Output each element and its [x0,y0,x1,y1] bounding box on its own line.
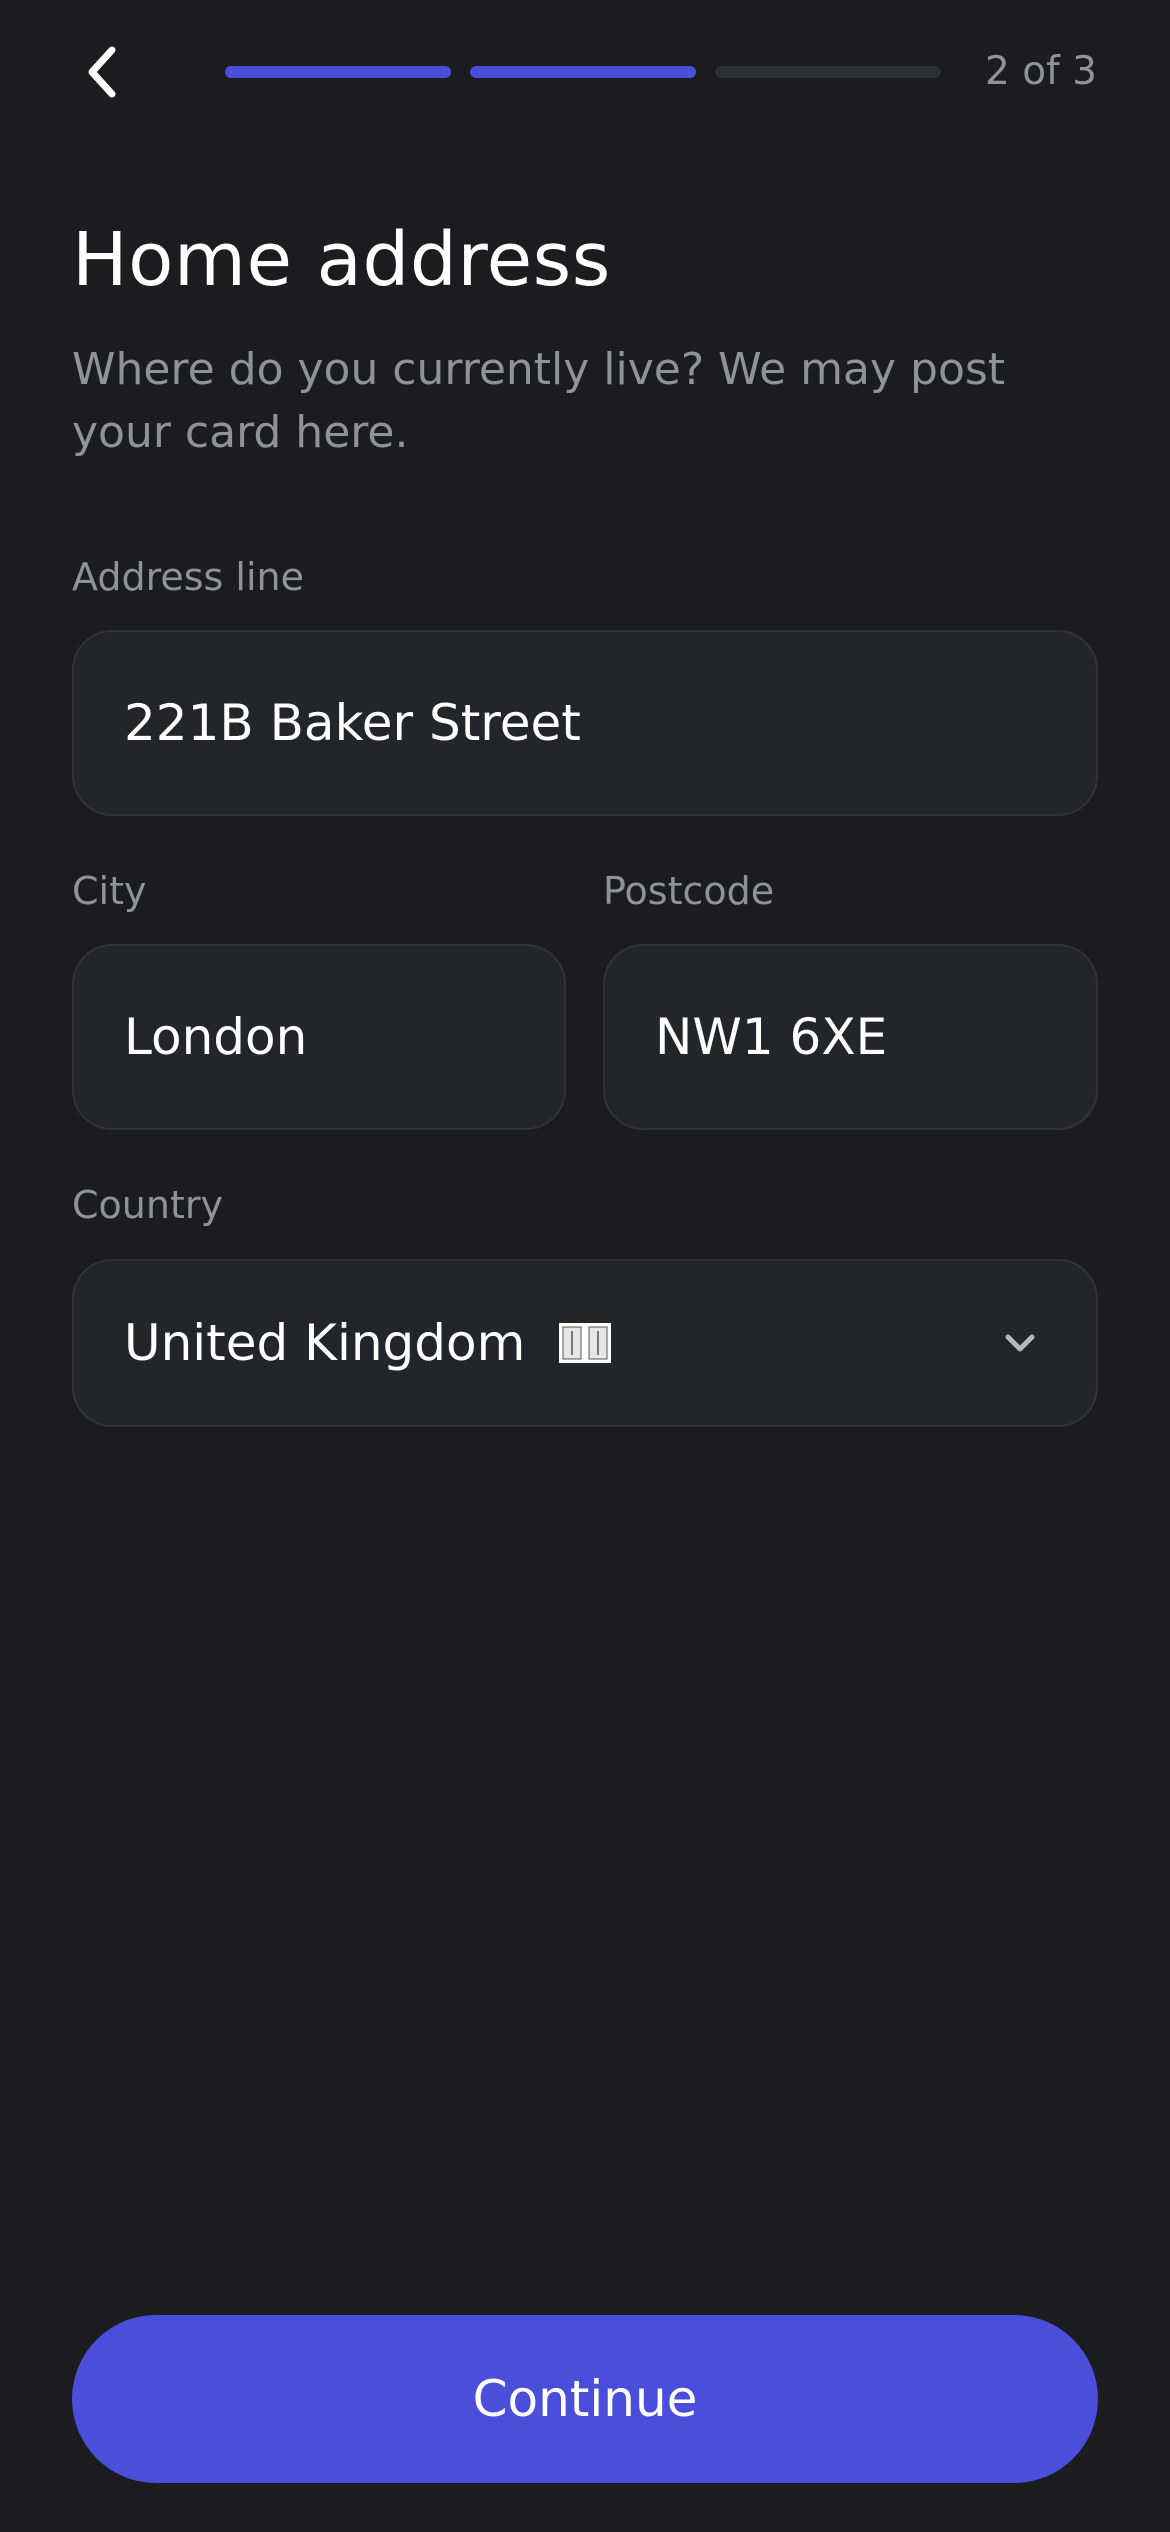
page-subtitle: Where do you currently live? We may post… [72,344,1006,458]
country-select[interactable]: United Kingdom [72,1259,1098,1427]
continue-button[interactable]: Continue [72,2315,1098,2483]
city-field[interactable]: London [72,944,566,1130]
postcode-value: NW1 6XE [655,1008,888,1066]
progress-segment-3 [715,66,941,78]
chevron-down-icon [1000,1323,1040,1363]
progress-segment-2 [470,66,696,78]
address-field[interactable]: 221B Baker Street [72,630,1098,816]
progress-segment-1 [225,66,451,78]
uk-flag-icon [559,1322,612,1363]
country-label: Country [72,1183,223,1227]
postcode-field[interactable]: NW1 6XE [603,944,1098,1130]
address-label: Address line [72,555,304,599]
step-counter: 2 of 3 [984,49,1097,94]
chevron-left-icon [88,46,116,98]
postcode-label: Postcode [603,869,775,913]
address-value: 221B Baker Street [124,694,581,752]
city-value: London [124,1008,308,1066]
city-label: City [72,869,147,913]
top-bar: 2 of 3 [0,0,1170,145]
progress-bar [225,66,941,78]
back-button[interactable] [72,38,132,106]
country-value: United Kingdom [124,1314,526,1372]
page-title: Home address [72,217,611,303]
